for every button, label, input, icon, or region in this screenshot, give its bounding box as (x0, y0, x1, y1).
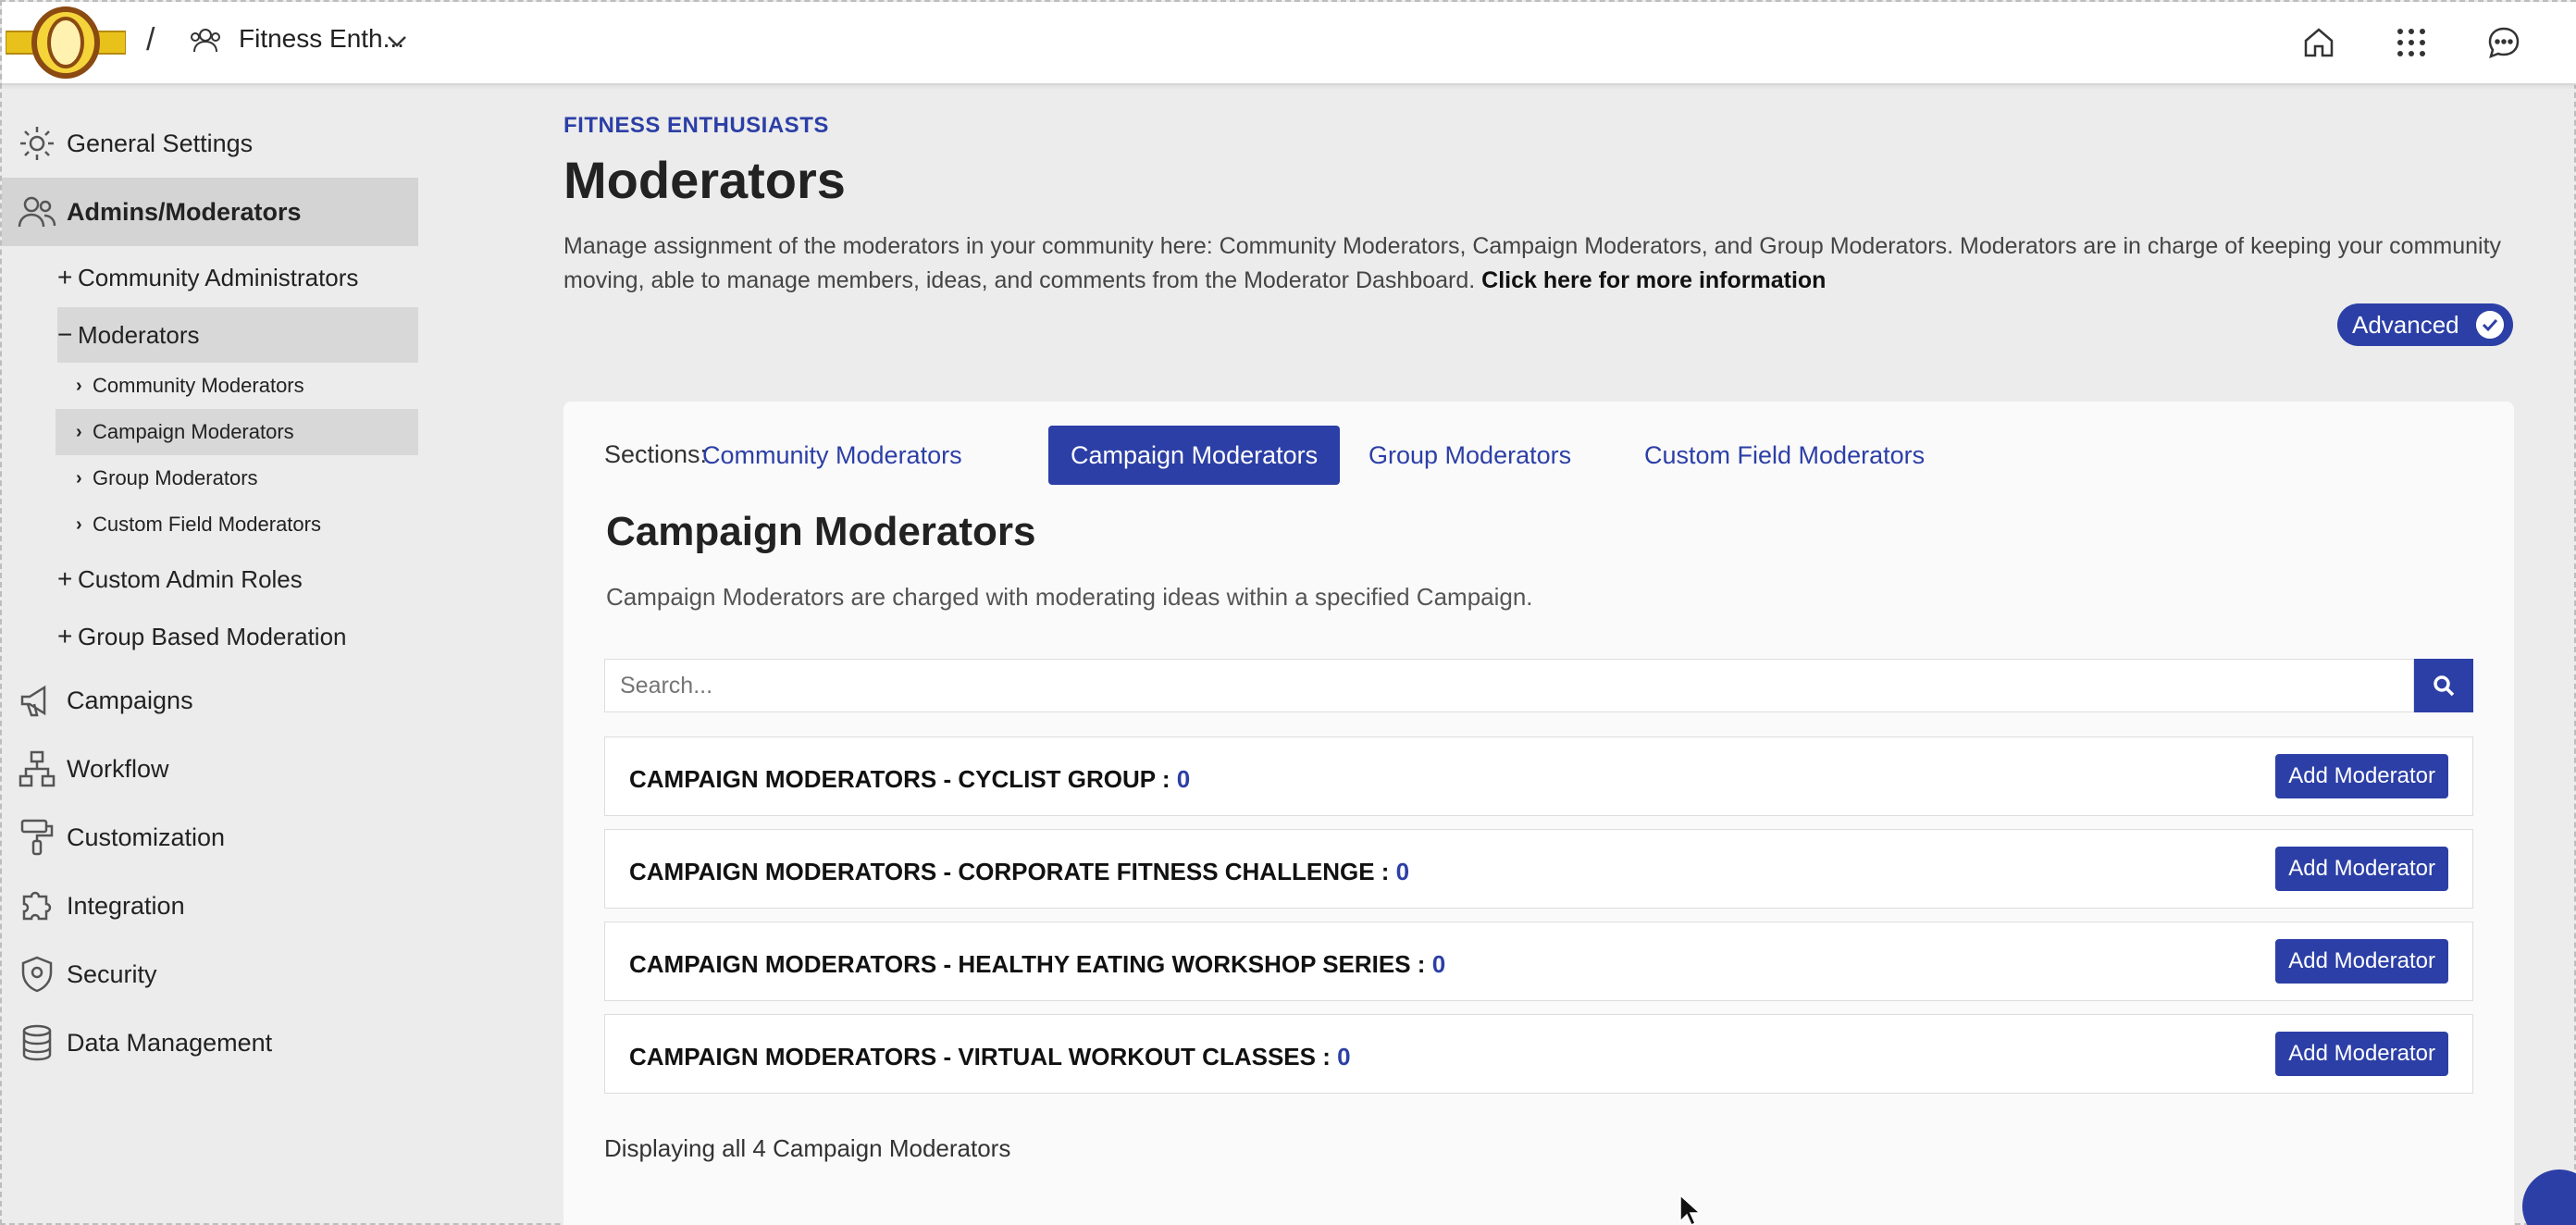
paintbrush-icon (20, 819, 54, 856)
database-icon (22, 1024, 52, 1061)
chat-icon[interactable] (2485, 24, 2522, 61)
sidebar-item-label: Workflow (67, 754, 169, 783)
search-input[interactable] (604, 659, 2414, 712)
sidebar-item-group-based-moderation[interactable]: + Group Based Moderation (57, 609, 418, 664)
sidebar-item-label: Custom Field Moderators (93, 513, 321, 536)
sidebar-item-label: Moderators (78, 320, 200, 349)
chevron-down-icon[interactable] (385, 30, 409, 52)
top-bar: / Fitness Enth... (2, 2, 2576, 85)
add-moderator-button[interactable]: Add Moderator (2275, 1032, 2448, 1076)
sidebar-item-security[interactable]: Security (2, 940, 418, 1008)
campaign-row-label: CAMPAIGN MODERATORS - CORPORATE FITNESS … (629, 858, 1409, 886)
campaign-row: CAMPAIGN MODERATORS - VIRTUAL WORKOUT CL… (604, 1014, 2473, 1094)
results-summary: Displaying all 4 Campaign Moderators (604, 1134, 1011, 1162)
sidebar-item-label: Campaigns (67, 686, 193, 714)
sidebar-item-general-settings[interactable]: General Settings (2, 109, 418, 178)
puzzle-icon (22, 891, 52, 921)
chevron-right-icon: › (76, 467, 82, 489)
search-icon (2434, 675, 2455, 697)
sidebar-item-moderators[interactable]: − Moderators (57, 307, 418, 363)
workflow-icon (19, 750, 56, 787)
sidebar-item-label: Community Administrators (78, 263, 359, 291)
add-moderator-button[interactable]: Add Moderator (2275, 939, 2448, 984)
sidebar-item-custom-field-moderators[interactable]: › Custom Field Moderators (56, 501, 418, 548)
sidebar-item-community-moderators[interactable]: › Community Moderators (56, 363, 418, 409)
sidebar-item-label: Group Moderators (93, 466, 258, 489)
expand-icon: + (57, 564, 73, 593)
add-moderator-button[interactable]: Add Moderator (2275, 847, 2448, 891)
moderator-count: 0 (1176, 765, 1191, 793)
advanced-toggle[interactable]: Advanced (2337, 303, 2513, 346)
tab-campaign-moderators[interactable]: Campaign Moderators (1048, 426, 1341, 485)
sidebar-item-customization[interactable]: Customization (2, 803, 418, 872)
moderator-count: 0 (1395, 858, 1410, 885)
campaign-row-label: CAMPAIGN MODERATORS - HEALTHY EATING WOR… (629, 950, 1445, 979)
sidebar-item-label: Custom Admin Roles (78, 564, 303, 593)
collapse-icon: − (57, 320, 73, 349)
campaign-name: CAMPAIGN MODERATORS - CYCLIST GROUP : (629, 765, 1177, 793)
community-eyebrow: FITNESS ENTHUSIASTS (564, 113, 829, 138)
checkmark-icon (2476, 311, 2504, 339)
page-description: Manage assignment of the moderators in y… (564, 229, 2507, 298)
chevron-right-icon: › (76, 514, 82, 535)
campaign-row: CAMPAIGN MODERATORS - HEALTHY EATING WOR… (604, 922, 2473, 1001)
megaphone-icon (20, 685, 46, 717)
campaign-name: CAMPAIGN MODERATORS - CORPORATE FITNESS … (629, 858, 1396, 885)
moderators-panel: Sections: Community Moderators Campaign … (564, 402, 2514, 1225)
sidebar-item-label: Admins/Moderators (67, 197, 302, 226)
sidebar-item-campaign-moderators[interactable]: › Campaign Moderators (56, 409, 418, 455)
sidebar: General Settings Admins/Moderators + Com… (2, 87, 427, 1225)
sidebar-item-campaigns[interactable]: Campaigns (2, 666, 418, 735)
sidebar-item-community-administrators[interactable]: + Community Administrators (57, 250, 418, 305)
breadcrumb-separator: / (146, 22, 155, 57)
gear-icon (20, 127, 54, 160)
brand-logo[interactable] (6, 6, 126, 80)
sidebar-item-custom-admin-roles[interactable]: + Custom Admin Roles (57, 551, 418, 607)
tab-community-moderators[interactable]: Community Moderators (680, 426, 985, 485)
campaign-row: CAMPAIGN MODERATORS - CORPORATE FITNESS … (604, 829, 2473, 909)
more-info-link[interactable]: Click here for more information (1481, 267, 1826, 293)
campaign-name: CAMPAIGN MODERATORS - HEALTHY EATING WOR… (629, 950, 1432, 978)
sidebar-item-label: Security (67, 959, 157, 988)
apps-grid-icon[interactable] (2393, 24, 2430, 61)
sidebar-item-label: Community Moderators (93, 374, 304, 397)
campaign-name: CAMPAIGN MODERATORS - VIRTUAL WORKOUT CL… (629, 1043, 1338, 1070)
mouse-cursor-icon (1679, 1194, 1701, 1225)
campaign-row: CAMPAIGN MODERATORS - CYCLIST GROUP : 0 … (604, 736, 2473, 816)
section-description: Campaign Moderators are charged with mod… (606, 583, 1533, 611)
sidebar-item-data-management[interactable]: Data Management (2, 1008, 418, 1077)
users-icon (18, 196, 56, 228)
sidebar-item-label: General Settings (67, 129, 254, 157)
community-selector[interactable]: Fitness Enth... (239, 24, 404, 54)
campaign-row-label: CAMPAIGN MODERATORS - CYCLIST GROUP : 0 (629, 765, 1190, 794)
moderator-count: 0 (1431, 950, 1446, 978)
moderator-count: 0 (1337, 1043, 1351, 1070)
expand-icon: + (57, 263, 73, 291)
expand-icon: + (57, 622, 73, 650)
sidebar-item-label: Integration (67, 891, 185, 920)
sidebar-item-label: Campaign Moderators (93, 420, 294, 443)
shield-icon (21, 956, 53, 993)
sidebar-item-label: Customization (67, 823, 226, 851)
section-title: Campaign Moderators (606, 509, 1036, 554)
sidebar-item-admins-moderators[interactable]: Admins/Moderators (2, 178, 418, 246)
sidebar-item-label: Data Management (67, 1028, 273, 1057)
sidebar-item-group-moderators[interactable]: › Group Moderators (56, 455, 418, 501)
chevron-right-icon: › (76, 421, 82, 442)
chat-launcher-button[interactable] (2522, 1169, 2576, 1225)
tab-group-moderators[interactable]: Group Moderators (1346, 426, 1593, 485)
community-icon (191, 29, 220, 53)
sidebar-item-workflow[interactable]: Workflow (2, 735, 418, 803)
sidebar-item-label: Group Based Moderation (78, 622, 347, 650)
home-icon[interactable] (2300, 24, 2337, 61)
search-button[interactable] (2414, 659, 2473, 712)
page-title: Moderators (564, 151, 846, 209)
add-moderator-button[interactable]: Add Moderator (2275, 754, 2448, 798)
advanced-label: Advanced (2352, 310, 2459, 339)
campaign-row-label: CAMPAIGN MODERATORS - VIRTUAL WORKOUT CL… (629, 1043, 1351, 1071)
tab-custom-field-moderators[interactable]: Custom Field Moderators (1622, 426, 1947, 485)
sidebar-item-integration[interactable]: Integration (2, 872, 418, 940)
chevron-right-icon: › (76, 375, 82, 396)
